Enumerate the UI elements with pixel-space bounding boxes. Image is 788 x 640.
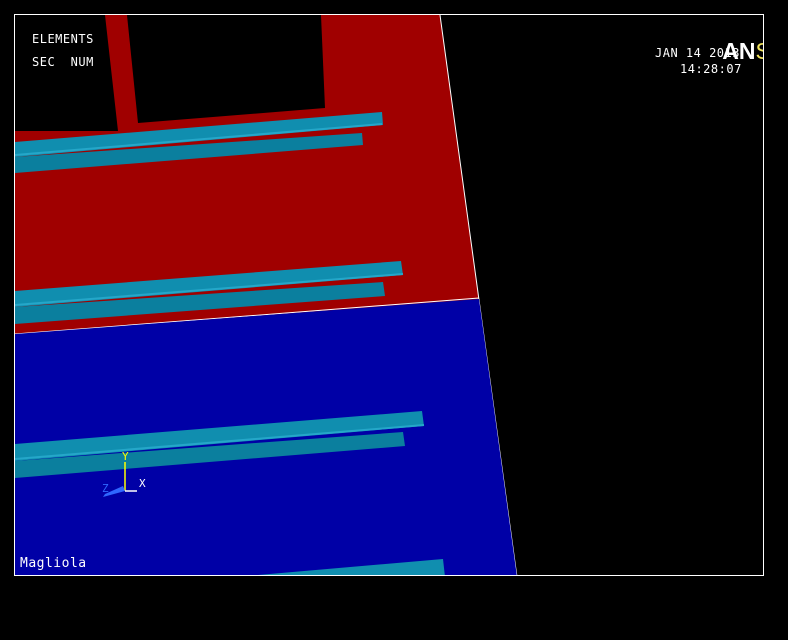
ansys-logo-text: ANSYS [672,17,763,63]
graphics-viewport[interactable]: ELEMENTS SEC NUM ANSYS JAN 14 2013 14:28… [14,14,764,576]
brand-suffix: SYS [756,38,763,64]
triad-y-label: Y [122,450,130,463]
triad-z-label: Z [102,482,110,495]
model-view[interactable] [15,15,764,576]
plot-title: Magliola [20,556,87,571]
date-label: JAN 14 2013 [655,46,740,60]
time-label: 14:28:07 [680,62,742,76]
legend-elements: ELEMENTS [32,32,94,46]
ansys-logo: ANSYS [672,17,763,63]
triad-x-label: X [139,477,147,490]
ansys-graphics-window: ELEMENTS SEC NUM ANSYS JAN 14 2013 14:28… [0,0,788,640]
legend-sec-num: SEC NUM [32,55,94,69]
upper-opening [127,15,325,123]
